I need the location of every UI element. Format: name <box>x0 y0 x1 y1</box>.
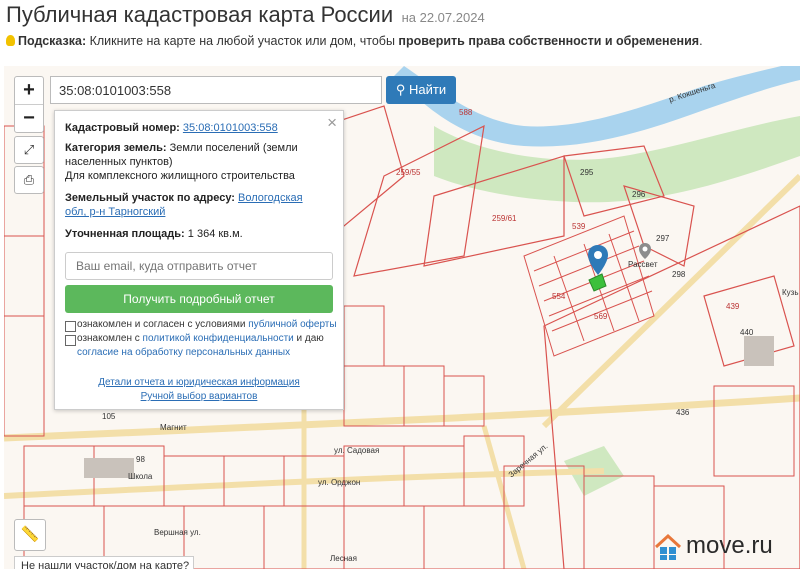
expand-icon: ⤢ <box>23 142 35 157</box>
area-value: 1 364 кв.м. <box>187 228 243 240</box>
map-label: 588 <box>459 108 473 117</box>
print-button[interactable]: ⎙ <box>14 166 44 194</box>
get-report-button[interactable]: Получить подробный отчет <box>65 285 333 313</box>
privacy-policy-link[interactable]: политикой конфиденциальности <box>143 333 294 344</box>
printer-icon: ⎙ <box>23 172 35 187</box>
map-label: 296 <box>632 190 646 199</box>
brand-name: move.ru <box>686 532 773 559</box>
ruler-button[interactable]: 📏 <box>14 519 46 551</box>
map-label: 259/61 <box>492 214 517 223</box>
land-category-label: Категория земель: <box>65 142 167 154</box>
zoom-control: + − <box>14 76 44 133</box>
details-link[interactable]: Детали отчета и юридическая информация <box>55 377 343 388</box>
email-field[interactable] <box>65 252 333 280</box>
map-label: Школа <box>128 472 153 481</box>
map-label: 569 <box>594 312 608 321</box>
map-label: 98 <box>136 455 145 464</box>
privacy-consent-label: ознакомлен с <box>77 333 143 344</box>
poi-pin-icon <box>639 243 651 259</box>
map-label: Магнит <box>160 423 187 432</box>
map-label: 105 <box>102 412 116 421</box>
hint-bold: проверить права собственности и обремене… <box>398 34 700 48</box>
hint-prefix: Подсказка: <box>18 34 87 48</box>
offer-link[interactable]: публичной оферты <box>248 319 336 330</box>
map-label: Лесная <box>330 554 357 563</box>
map-label: 554 <box>552 292 566 301</box>
map-label: 297 <box>656 234 670 243</box>
area-label: Уточненная площадь: <box>65 228 185 240</box>
search-button-label: Найти <box>409 82 447 97</box>
map-label: 295 <box>580 168 594 177</box>
offer-consent-label: ознакомлен и согласен с условиями <box>77 319 249 330</box>
cadastral-number-link[interactable]: 35:08:0101003:558 <box>183 122 278 134</box>
ruler-icon: 📏 <box>20 526 40 543</box>
page-title: Публичная кадастровая карта России <box>6 2 394 27</box>
cadastral-number-row: Кадастровый номер: 35:08:0101003:558 <box>65 121 327 135</box>
fullscreen-button[interactable]: ⤢ <box>14 136 44 164</box>
parcel-info-panel: × Кадастровый номер: 35:08:0101003:558 К… <box>54 110 344 410</box>
area-row: Уточненная площадь: 1 364 кв.м. <box>65 227 327 241</box>
offer-checkbox[interactable] <box>65 321 76 332</box>
address-row: Земельный участок по адресу: Вологодская… <box>65 191 327 219</box>
hint-line: Подсказка: Кликните на карте на любой уч… <box>6 34 703 48</box>
privacy-checkbox[interactable] <box>65 335 76 346</box>
map-label: 436 <box>676 408 690 417</box>
map-label: 298 <box>672 270 686 279</box>
privacy-consent-mid: и даю <box>293 333 324 344</box>
hint-text: Кликните на карте на любой участок или д… <box>86 34 399 48</box>
map-label: ул. Садовая <box>334 446 380 455</box>
map-label: 259/55 <box>396 168 421 177</box>
map-label: 539 <box>572 222 586 231</box>
cadastral-number-label: Кадастровый номер: <box>65 122 180 134</box>
location-pin-icon[interactable] <box>587 244 609 276</box>
offer-consent-text: ознакомлен и согласен с условиями публич… <box>77 318 339 332</box>
data-processing-link[interactable]: согласие на обработку персональных данны… <box>77 347 290 358</box>
address-label: Земельный участок по адресу: <box>65 192 235 204</box>
map-label: Рассвет <box>628 260 658 269</box>
map-label: Кузь <box>782 288 799 297</box>
search-button[interactable]: ⚲ Найти <box>386 76 456 104</box>
page-header: Публичная кадастровая карта России на 22… <box>6 2 485 28</box>
house-icon <box>654 533 682 560</box>
close-icon[interactable]: × <box>327 113 337 133</box>
hint-suffix: . <box>699 34 703 48</box>
search-icon: ⚲ <box>395 82 406 97</box>
lightbulb-icon <box>6 35 15 46</box>
cadastral-map[interactable]: 588 259/55 259/61 295 296 297 539 554 56… <box>4 66 800 569</box>
zoom-out-button[interactable]: − <box>15 104 43 132</box>
zoom-in-button[interactable]: + <box>15 77 43 104</box>
land-use-value: Для комплексного жилищного строительства <box>65 170 295 182</box>
privacy-consent-text: ознакомлен с политикой конфиденциальност… <box>77 332 339 360</box>
map-label: 439 <box>726 302 740 311</box>
map-label: ул. Орджон <box>318 478 361 487</box>
page-date: на 22.07.2024 <box>401 10 485 25</box>
not-found-prompt[interactable]: Не нашли участок/дом на карте? <box>14 556 194 569</box>
search-input[interactable] <box>50 76 382 104</box>
map-label: 440 <box>740 328 754 337</box>
manual-select-link[interactable]: Ручной выбор вариантов <box>55 391 343 402</box>
land-category-row: Категория земель: Земли поселений (земли… <box>65 141 327 169</box>
map-label: Вершная ул. <box>154 528 201 537</box>
